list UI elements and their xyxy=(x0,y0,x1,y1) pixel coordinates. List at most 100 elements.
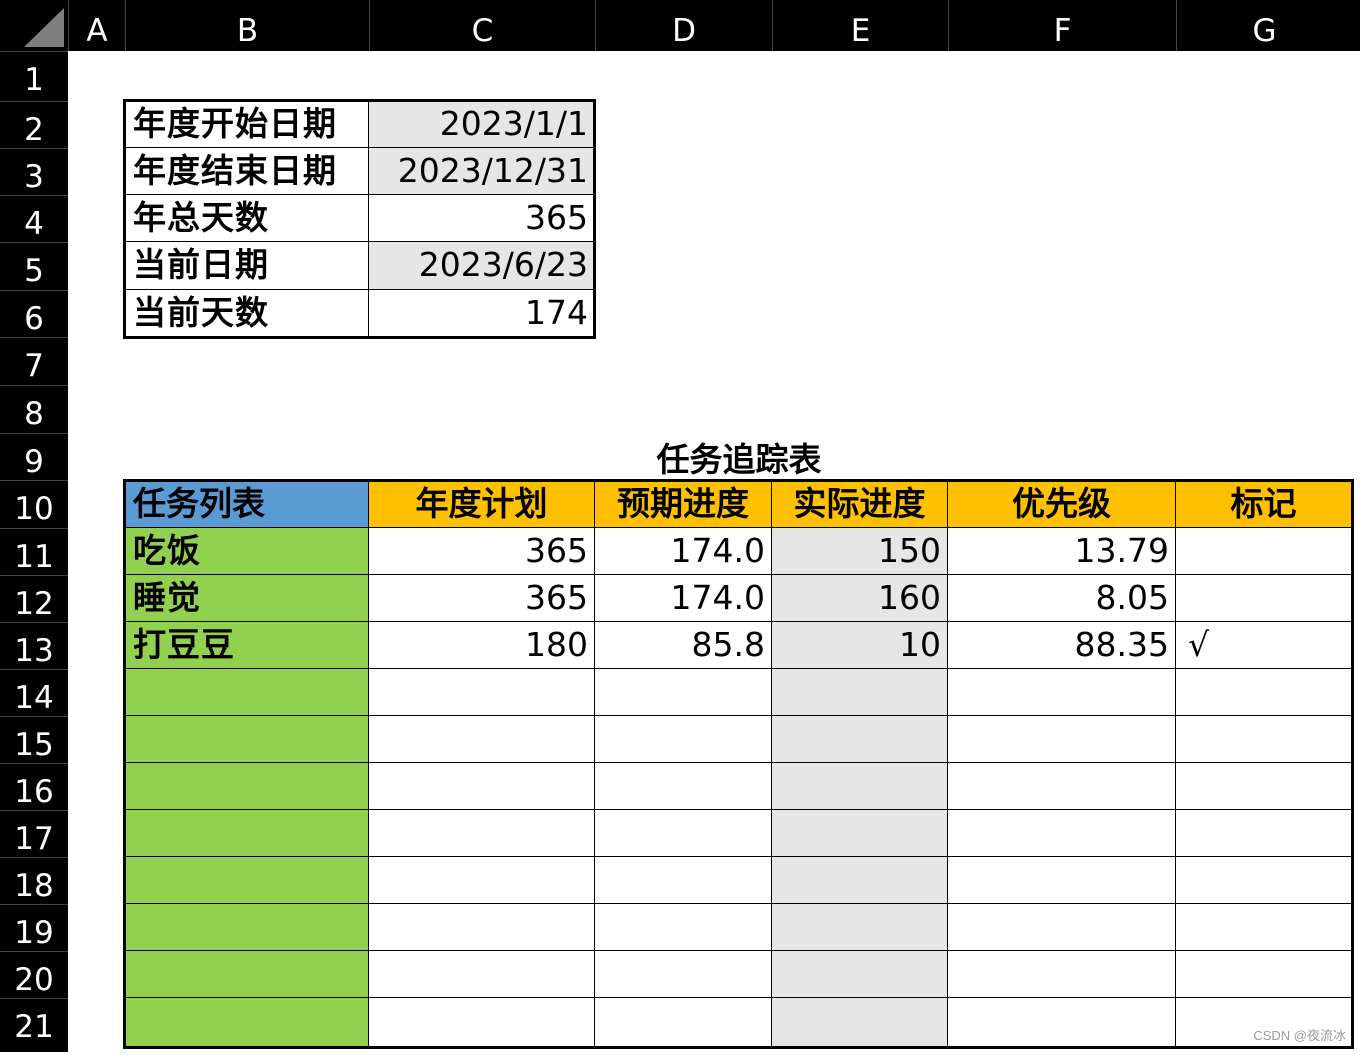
tracker-cell-mark[interactable] xyxy=(1176,763,1352,810)
tracker-cell-expected-progress[interactable]: 85.8 xyxy=(595,622,772,669)
tracker-cell-actual-progress[interactable] xyxy=(772,998,948,1047)
row-header-15[interactable]: 15 xyxy=(0,716,68,763)
tracker-cell-task[interactable]: 吃饭 xyxy=(125,528,369,575)
info-value-cell[interactable]: 2023/1/1 xyxy=(369,101,595,148)
tracker-cell-expected-progress[interactable] xyxy=(595,998,772,1047)
tracker-cell-actual-progress[interactable]: 160 xyxy=(772,575,948,622)
tracker-cell-mark[interactable] xyxy=(1176,951,1352,998)
info-value-cell[interactable]: 174 xyxy=(369,290,595,337)
tracker-header-task[interactable]: 任务列表 xyxy=(125,481,369,528)
tracker-cell-annual-plan[interactable]: 365 xyxy=(369,528,595,575)
tracker-cell-mark[interactable] xyxy=(1176,904,1352,951)
row-header-17[interactable]: 17 xyxy=(0,810,68,857)
tracker-cell-priority[interactable] xyxy=(948,951,1176,998)
row-header-8[interactable]: 8 xyxy=(0,385,68,433)
tracker-cell-annual-plan[interactable] xyxy=(369,857,595,904)
row-header-1[interactable]: 1 xyxy=(0,51,68,101)
column-header-g[interactable]: G xyxy=(1176,0,1352,51)
tracker-cell-priority[interactable] xyxy=(948,810,1176,857)
tracker-cell-mark[interactable] xyxy=(1176,810,1352,857)
row-header-6[interactable]: 6 xyxy=(0,290,68,337)
tracker-cell-task[interactable] xyxy=(125,857,369,904)
tracker-cell-expected-progress[interactable] xyxy=(595,951,772,998)
tracker-cell-annual-plan[interactable] xyxy=(369,951,595,998)
row-header-19[interactable]: 19 xyxy=(0,904,68,951)
tracker-cell-priority[interactable]: 8.05 xyxy=(948,575,1176,622)
row-header-16[interactable]: 16 xyxy=(0,763,68,810)
tracker-cell-actual-progress[interactable] xyxy=(772,716,948,763)
select-all-corner[interactable] xyxy=(0,0,68,51)
tracker-cell-task[interactable] xyxy=(125,904,369,951)
tracker-cell-priority[interactable] xyxy=(948,763,1176,810)
tracker-cell-annual-plan[interactable]: 180 xyxy=(369,622,595,669)
row-header-12[interactable]: 12 xyxy=(0,575,68,622)
info-value-cell[interactable]: 2023/6/23 xyxy=(369,242,595,290)
tracker-cell-annual-plan[interactable] xyxy=(369,669,595,716)
tracker-cell-annual-plan[interactable] xyxy=(369,810,595,857)
tracker-cell-priority[interactable]: 88.35 xyxy=(948,622,1176,669)
tracker-cell-task[interactable]: 打豆豆 xyxy=(125,622,369,669)
row-header-20[interactable]: 20 xyxy=(0,951,68,998)
column-header-d[interactable]: D xyxy=(595,0,772,51)
tracker-cell-actual-progress[interactable] xyxy=(772,810,948,857)
tracker-cell-priority[interactable] xyxy=(948,716,1176,763)
row-header-5[interactable]: 5 xyxy=(0,242,68,290)
tracker-cell-expected-progress[interactable]: 174.0 xyxy=(595,528,772,575)
tracker-cell-priority[interactable]: 13.79 xyxy=(948,528,1176,575)
tracker-cell-priority[interactable] xyxy=(948,998,1176,1047)
row-header-2[interactable]: 2 xyxy=(0,101,68,148)
info-label-cell[interactable]: 年度开始日期 xyxy=(125,101,369,148)
tracker-cell-task[interactable] xyxy=(125,810,369,857)
row-header-10[interactable]: 10 xyxy=(0,480,68,528)
tracker-cell-task[interactable] xyxy=(125,716,369,763)
row-header-9[interactable]: 9 xyxy=(0,433,68,480)
tracker-cell-expected-progress[interactable] xyxy=(595,763,772,810)
tracker-cell-expected-progress[interactable] xyxy=(595,669,772,716)
tracker-cell-mark[interactable] xyxy=(1176,857,1352,904)
tracker-cell-expected-progress[interactable] xyxy=(595,857,772,904)
tracker-cell-expected-progress[interactable]: 174.0 xyxy=(595,575,772,622)
tracker-cell-task[interactable] xyxy=(125,669,369,716)
tracker-cell-actual-progress[interactable]: 10 xyxy=(772,622,948,669)
row-header-7[interactable]: 7 xyxy=(0,337,68,385)
info-label-cell[interactable]: 当前日期 xyxy=(125,242,369,290)
column-header-e[interactable]: E xyxy=(772,0,948,51)
row-header-11[interactable]: 11 xyxy=(0,528,68,575)
row-header-13[interactable]: 13 xyxy=(0,622,68,669)
tracker-cell-priority[interactable] xyxy=(948,857,1176,904)
row-header-3[interactable]: 3 xyxy=(0,148,68,195)
column-header-b[interactable]: B xyxy=(125,0,369,51)
tracker-title[interactable]: 任务追踪表 xyxy=(595,436,883,483)
info-value-cell[interactable]: 2023/12/31 xyxy=(369,148,595,195)
tracker-header-expected-progress[interactable]: 预期进度 xyxy=(595,481,772,528)
tracker-cell-actual-progress[interactable] xyxy=(772,763,948,810)
tracker-cell-task[interactable] xyxy=(125,951,369,998)
tracker-cell-priority[interactable] xyxy=(948,669,1176,716)
tracker-header-priority[interactable]: 优先级 xyxy=(948,481,1176,528)
tracker-cell-annual-plan[interactable] xyxy=(369,763,595,810)
info-label-cell[interactable]: 年度结束日期 xyxy=(125,148,369,195)
tracker-header-annual-plan[interactable]: 年度计划 xyxy=(369,481,595,528)
tracker-cell-expected-progress[interactable] xyxy=(595,904,772,951)
tracker-cell-mark[interactable] xyxy=(1176,716,1352,763)
column-header-f[interactable]: F xyxy=(948,0,1176,51)
tracker-cell-annual-plan[interactable] xyxy=(369,716,595,763)
tracker-cell-actual-progress[interactable] xyxy=(772,951,948,998)
tracker-header-actual-progress[interactable]: 实际进度 xyxy=(772,481,948,528)
tracker-cell-task[interactable] xyxy=(125,998,369,1047)
tracker-cell-expected-progress[interactable] xyxy=(595,810,772,857)
tracker-cell-annual-plan[interactable]: 365 xyxy=(369,575,595,622)
tracker-cell-priority[interactable] xyxy=(948,904,1176,951)
info-value-cell[interactable]: 365 xyxy=(369,195,595,242)
tracker-cell-mark[interactable] xyxy=(1176,669,1352,716)
tracker-cell-actual-progress[interactable] xyxy=(772,857,948,904)
info-label-cell[interactable]: 当前天数 xyxy=(125,290,369,337)
info-label-cell[interactable]: 年总天数 xyxy=(125,195,369,242)
tracker-cell-annual-plan[interactable] xyxy=(369,904,595,951)
tracker-cell-mark[interactable]: √ xyxy=(1176,622,1352,669)
tracker-cell-mark[interactable] xyxy=(1176,528,1352,575)
row-header-18[interactable]: 18 xyxy=(0,857,68,904)
row-header-14[interactable]: 14 xyxy=(0,669,68,716)
row-header-4[interactable]: 4 xyxy=(0,195,68,242)
tracker-cell-task[interactable]: 睡觉 xyxy=(125,575,369,622)
